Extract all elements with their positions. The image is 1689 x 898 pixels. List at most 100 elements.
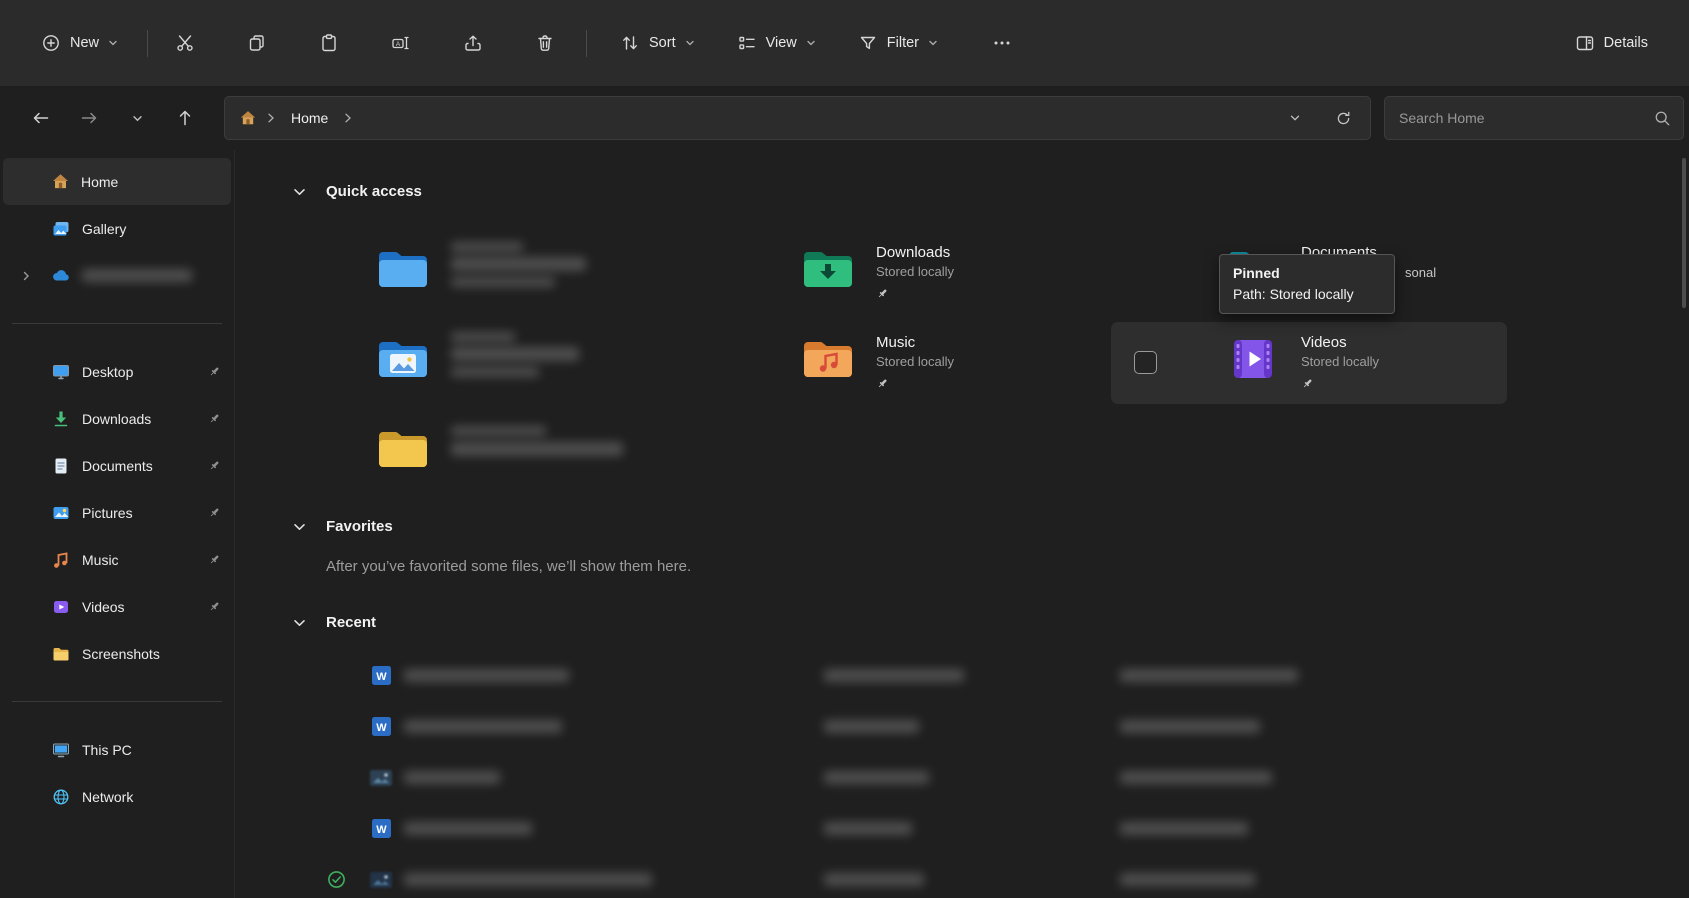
copy-button[interactable]: [236, 23, 278, 63]
recent-locations-button[interactable]: [118, 99, 156, 137]
recent-file-row[interactable]: W: [235, 803, 1689, 854]
quick-access-tile-music[interactable]: Music Stored locally: [686, 322, 1082, 404]
view-group: Sort View Filter: [607, 23, 1023, 63]
sidebar-item-network[interactable]: Network: [3, 773, 231, 820]
redacted-text: [404, 822, 532, 835]
videos-icon: [51, 597, 71, 617]
redacted-text: [1120, 873, 1255, 886]
sidebar-item-label: Screenshots: [82, 646, 160, 662]
vertical-scrollbar[interactable]: [1682, 158, 1686, 308]
pin-icon: [208, 459, 221, 472]
breadcrumb: Home: [239, 106, 352, 130]
documents-icon: [51, 456, 71, 476]
share-button[interactable]: [452, 23, 494, 63]
sort-button[interactable]: Sort: [607, 24, 708, 62]
sync-complete-icon: [327, 870, 346, 889]
sidebar-item-label-redacted: [82, 269, 192, 282]
search-icon[interactable]: [1654, 110, 1671, 127]
sidebar-item-gallery[interactable]: Gallery: [3, 205, 231, 252]
redacted-text: [451, 347, 579, 361]
folder-music-icon: [802, 337, 854, 381]
tile-subtitle: Stored locally: [1301, 354, 1379, 369]
chevron-down-icon[interactable]: [293, 186, 306, 198]
rename-button[interactable]: A: [380, 23, 422, 63]
recent-file-row[interactable]: [235, 854, 1689, 898]
section-header-favorites[interactable]: Favorites: [293, 518, 393, 535]
sidebar-item-desktop[interactable]: Desktop: [3, 348, 231, 395]
sidebar-item-home[interactable]: Home: [3, 158, 231, 205]
quick-access-tile-downloads[interactable]: Downloads Stored locally: [686, 232, 1082, 314]
chevron-right-icon[interactable]: [23, 271, 30, 281]
forward-button[interactable]: [70, 99, 108, 137]
chevron-down-icon[interactable]: [293, 521, 306, 533]
breadcrumb-home[interactable]: Home: [285, 106, 334, 130]
music-icon: [51, 550, 71, 570]
scissors-icon: [175, 33, 195, 53]
filter-button-label: Filter: [887, 35, 919, 51]
paste-button[interactable]: [308, 23, 350, 63]
folder-icon: [51, 644, 71, 664]
refresh-icon: [1335, 110, 1352, 127]
pin-icon: [208, 600, 221, 613]
quick-access-tile-redacted[interactable]: [261, 412, 657, 494]
search-input[interactable]: [1399, 110, 1654, 126]
section-header-quick-access[interactable]: Quick access: [293, 183, 422, 200]
image-thumbnail-icon: [370, 770, 392, 786]
arrow-left-icon: [31, 108, 51, 128]
word-document-icon: W: [372, 717, 391, 736]
redacted-text: [824, 669, 964, 682]
more-options-button[interactable]: [981, 23, 1023, 63]
filter-icon: [858, 33, 878, 53]
sidebar-item-label: Music: [82, 552, 119, 568]
pin-icon: [208, 553, 221, 566]
cut-button[interactable]: [164, 23, 206, 63]
pictures-icon: [51, 503, 71, 523]
section-header-recent[interactable]: Recent: [293, 614, 376, 631]
home-icon[interactable]: [239, 109, 257, 127]
redacted-text: [451, 442, 623, 456]
refresh-button[interactable]: [1331, 106, 1356, 131]
folder-yellow-icon: [377, 427, 429, 471]
details-button-label: Details: [1604, 35, 1648, 51]
sidebar-item-this-pc[interactable]: This PC: [3, 726, 231, 773]
new-button[interactable]: New: [28, 24, 131, 62]
sidebar-divider: [12, 323, 222, 324]
tile-title: Videos: [1301, 334, 1347, 351]
chevron-down-icon[interactable]: [293, 617, 306, 629]
redacted-text: [824, 873, 924, 886]
videos-library-icon: [1227, 337, 1279, 381]
quick-access-tile-redacted[interactable]: [261, 232, 657, 314]
sidebar-item-downloads[interactable]: Downloads: [3, 395, 231, 442]
quick-access-tile-redacted[interactable]: [261, 322, 657, 404]
folder-pictures-icon: [377, 337, 429, 381]
redacted-text: [824, 822, 912, 835]
tile-text: Downloads Stored locally: [876, 242, 954, 281]
word-document-icon: W: [372, 819, 391, 838]
details-button[interactable]: Details: [1562, 24, 1661, 62]
recent-file-row[interactable]: W: [235, 701, 1689, 752]
paste-icon: [319, 33, 339, 53]
address-dropdown-button[interactable]: [1285, 108, 1305, 128]
sidebar-item-videos[interactable]: Videos: [3, 583, 231, 630]
redacted-text: [824, 771, 929, 784]
recent-file-row[interactable]: [235, 752, 1689, 803]
sidebar-item-screenshots[interactable]: Screenshots: [3, 630, 231, 677]
recent-file-row[interactable]: W: [235, 650, 1689, 701]
back-button[interactable]: [22, 99, 60, 137]
delete-button[interactable]: [524, 23, 566, 63]
toolbar-separator: [147, 30, 148, 57]
sidebar-item-music[interactable]: Music: [3, 536, 231, 583]
filter-button[interactable]: Filter: [845, 24, 951, 62]
pin-icon: [208, 365, 221, 378]
onedrive-cloud-icon: [51, 266, 71, 286]
view-button[interactable]: View: [724, 24, 829, 62]
tile-title: Downloads: [876, 244, 950, 261]
address-bar[interactable]: Home: [224, 96, 1371, 140]
sidebar-item-documents[interactable]: Documents: [3, 442, 231, 489]
sidebar-item-pictures[interactable]: Pictures: [3, 489, 231, 536]
sidebar-item-onedrive[interactable]: [3, 252, 231, 299]
item-checkbox[interactable]: [1134, 351, 1157, 374]
quick-access-tile-videos[interactable]: Videos Stored locally: [1111, 322, 1507, 404]
favorites-empty-message: After you’ve favorited some files, we’ll…: [326, 558, 691, 575]
up-button[interactable]: [166, 99, 204, 137]
